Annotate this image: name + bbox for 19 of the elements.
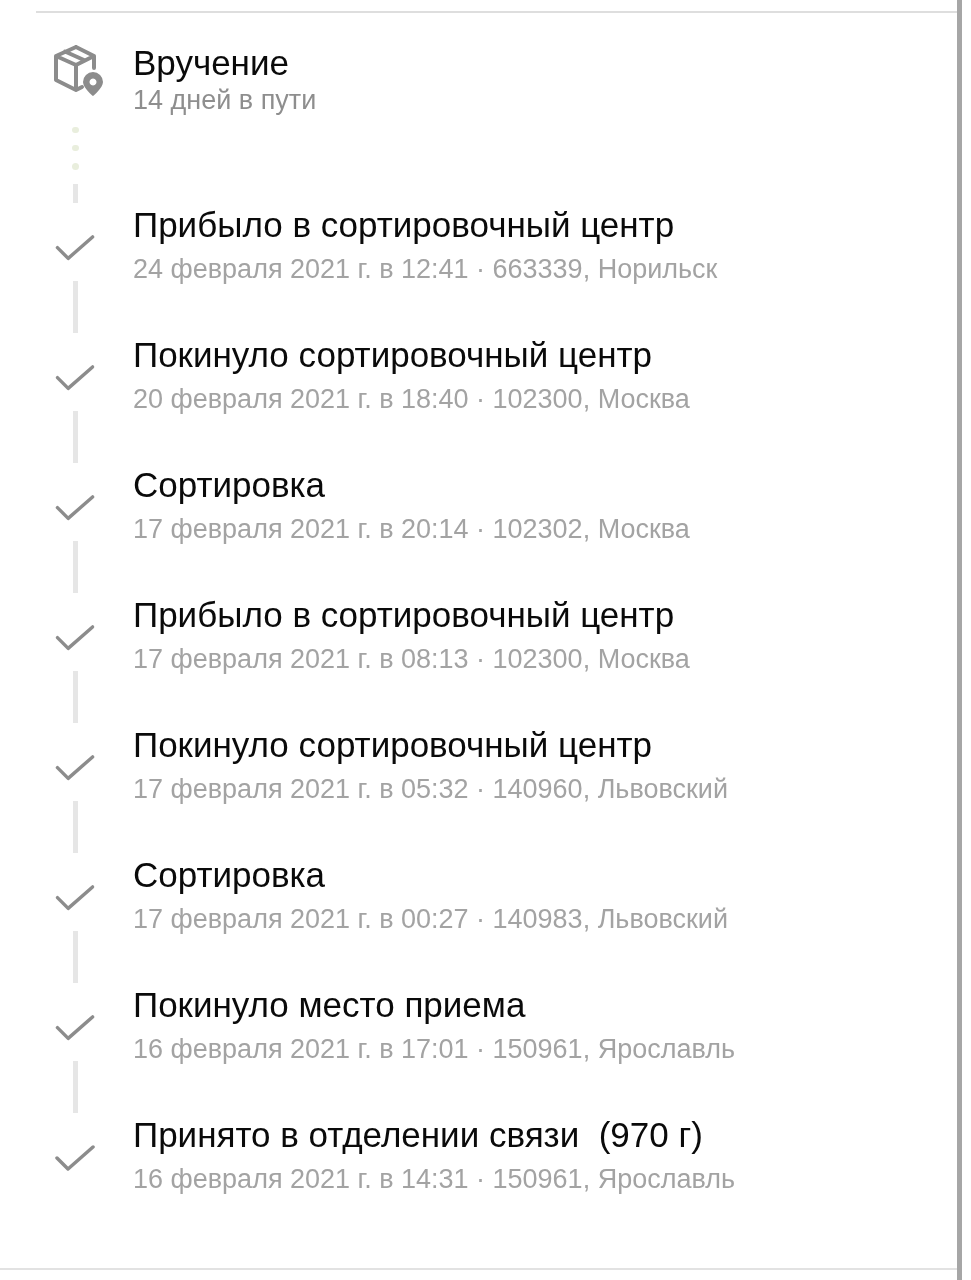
stage-title: Вручение — [133, 43, 289, 83]
event-title: Покинуло сортировочный центр — [133, 334, 652, 376]
event-title: Прибыло в сортировочный центр — [133, 594, 675, 636]
event-details: 17 февраля 2021 г. в 08:13 · 102300, Москва — [133, 643, 690, 676]
event-details: 16 февраля 2021 г. в 14:31 · 150961, Ярославль — [133, 1163, 735, 1196]
event-details: 17 февраля 2021 г. в 20:14 · 102302, Москва — [133, 513, 690, 546]
event-title: Покинуло место приема — [133, 984, 526, 1026]
event-details: 20 февраля 2021 г. в 18:40 · 102300, Москва — [133, 383, 690, 416]
stage-subtitle: 14 дней в пути — [133, 84, 317, 117]
event-title: Сортировка — [133, 854, 326, 896]
event-title: Принято в отделении связи (970 г) — [133, 1114, 703, 1156]
event-title: Покинуло сортировочный центр — [133, 724, 652, 766]
event-title: Прибыло в сортировочный центр — [133, 204, 675, 246]
event-title: Сортировка — [133, 464, 326, 506]
package-location-icon — [52, 44, 104, 96]
event-details: 16 февраля 2021 г. в 17:01 · 150961, Ярославль — [133, 1033, 735, 1066]
event-details: 24 февраля 2021 г. в 12:41 · 663339, Норильск — [133, 253, 718, 286]
event-details: 17 февраля 2021 г. в 05:32 · 140960, Львовский — [133, 773, 728, 806]
event-details: 17 февраля 2021 г. в 00:27 · 140983, Львовский — [133, 903, 728, 936]
